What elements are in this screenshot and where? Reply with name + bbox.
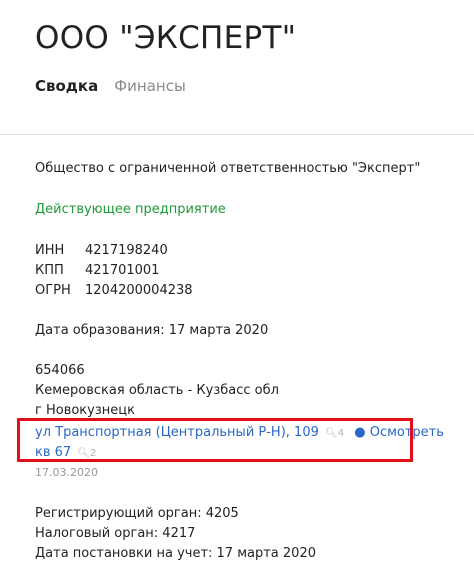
postcode: 654066 [35,363,85,378]
full-company-name: Общество с ограниченной ответственностью… [35,161,421,176]
registering-authority: Регистрирующий орган: 4205 [35,506,239,521]
tabs: Сводка Финансы [35,77,186,95]
tab-summary[interactable]: Сводка [35,77,98,95]
city: г Новокузнецк [35,403,135,418]
status-text: Действующее предприятие [35,202,226,217]
divider [0,134,474,135]
region: Кемеровская область - Кузбасс обл [35,383,279,398]
inn-value: 4217198240 [85,243,168,258]
kpp-value: 421701001 [85,263,160,278]
ogrn-label: ОГРН [35,283,71,298]
ogrn-row: ОГРН 1204200004238 [35,283,193,298]
highlight-box [17,418,413,462]
company-title: ООО "ЭКСПЕРТ" [35,20,297,56]
ogrn-value: 1204200004238 [85,283,193,298]
inn-label: ИНН [35,243,65,258]
tab-finance[interactable]: Финансы [114,77,186,95]
kpp-label: КПП [35,263,64,278]
registration-date: Дата постановки на учет: 17 марта 2020 [35,546,316,561]
tax-authority: Налоговый орган: 4217 [35,526,196,541]
kpp-row: КПП 421701001 [35,263,159,278]
inn-row: ИНН 4217198240 [35,243,168,258]
address-date: 17.03.2020 [35,466,98,479]
founded-date: Дата образования: 17 марта 2020 [35,323,269,338]
